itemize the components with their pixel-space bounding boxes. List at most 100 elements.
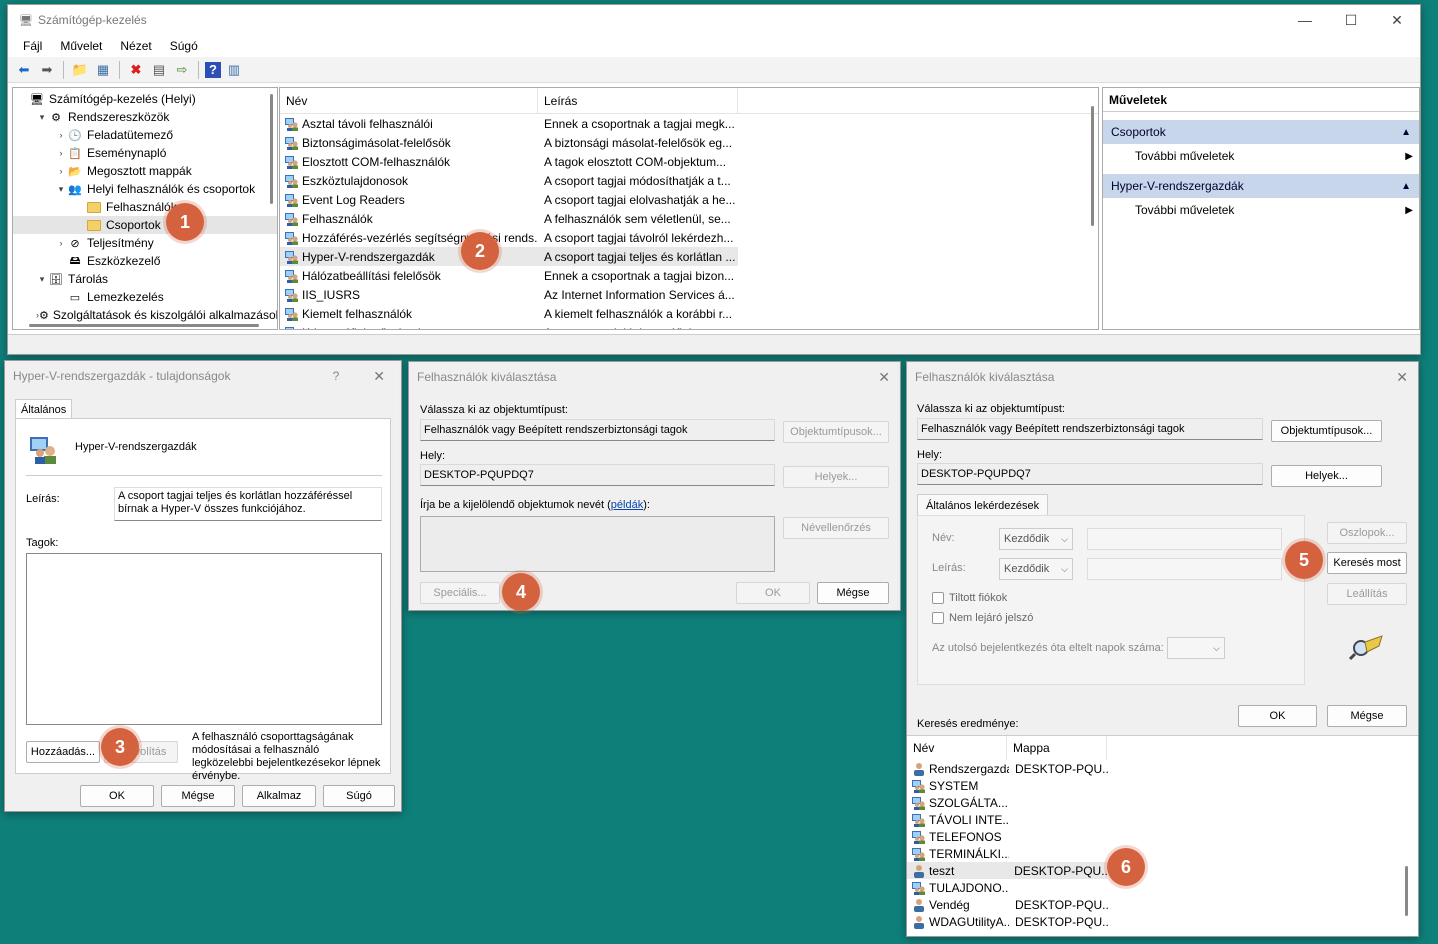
- tree-item[interactable]: ▾ ⚙ Rendszereszközök: [13, 108, 277, 126]
- description-field[interactable]: A csoport tagjai teljes és korlátlan hoz…: [114, 487, 382, 521]
- menu-file[interactable]: Fájl: [14, 39, 51, 53]
- locations-button[interactable]: Helyek...: [1271, 465, 1382, 487]
- group-row[interactable]: Kiemelt felhasználók A kiemelt felhasznál…: [280, 304, 1098, 323]
- column-description[interactable]: Leírás: [538, 88, 738, 114]
- tree-item[interactable]: 🖥 Számítógép-kezelés (Helyi): [13, 90, 277, 108]
- search-now-button[interactable]: Keresés most: [1327, 552, 1407, 574]
- tree-item[interactable]: ▾ 🗄 Tárolás: [13, 270, 277, 288]
- menu-action[interactable]: Művelet: [51, 39, 111, 53]
- group-row[interactable]: IIS_IUSRS Az Internet Information Service…: [280, 285, 1098, 304]
- tree-item[interactable]: › 📋 Eseménynapló: [13, 144, 277, 162]
- check-names-button[interactable]: Névellenőrzés: [783, 517, 889, 539]
- tree-item[interactable]: › 🕒 Feladatütemező: [13, 126, 277, 144]
- maximize-button[interactable]: ☐: [1328, 5, 1374, 35]
- stop-button[interactable]: Leállítás: [1327, 583, 1407, 605]
- result-row[interactable]: Vendég DESKTOP-PQU...: [907, 896, 1418, 913]
- group-row[interactable]: Hozzáférés-vezérlés segítségnyújtási ren…: [280, 228, 1098, 247]
- group-row[interactable]: Biztonságimásolat-felelősök A biztonsági …: [280, 133, 1098, 152]
- group-row[interactable]: Felhasználók A felhasználók sem véletlenü…: [280, 209, 1098, 228]
- tree-item[interactable]: Felhasználók: [13, 198, 277, 216]
- object-names-input[interactable]: [420, 516, 775, 572]
- column-folder[interactable]: Mappa: [1007, 736, 1107, 760]
- up-folder-icon[interactable]: 📁: [70, 60, 90, 80]
- group-row[interactable]: Hyper-V-rendszergazdák A csoport tagjai t…: [280, 247, 738, 266]
- column-name[interactable]: Név: [280, 88, 538, 114]
- actions-group-hyperv[interactable]: Hyper-V-rendszergazdák ▲: [1103, 174, 1419, 198]
- close-button[interactable]: ✕: [1374, 5, 1420, 35]
- cancel-button[interactable]: Mégse: [161, 785, 235, 807]
- minimize-button[interactable]: —: [1282, 5, 1328, 35]
- object-types-button[interactable]: Objektumtípusok...: [783, 421, 889, 443]
- advanced-button[interactable]: Speciális...: [420, 582, 500, 604]
- tree-item[interactable]: 🖴 Eszközkezelő: [13, 252, 277, 270]
- tree-item[interactable]: ▭ Lemezkezelés: [13, 288, 277, 306]
- tree-item[interactable]: › 📂 Megosztott mappák: [13, 162, 277, 180]
- help-button[interactable]: ?: [333, 369, 340, 383]
- result-row[interactable]: WDAGUtilityA... DESKTOP-PQU...: [907, 913, 1418, 930]
- show-hide-tree-icon[interactable]: ▦: [93, 60, 113, 80]
- ok-button[interactable]: OK: [80, 785, 154, 807]
- apply-button[interactable]: Alkalmaz: [242, 785, 316, 807]
- group-row[interactable]: Event Log Readers A csoport tagjai elolva…: [280, 190, 1098, 209]
- tree-expander-icon[interactable]: ›: [55, 166, 67, 176]
- description-starts-select[interactable]: Kezdődik ⌵: [999, 558, 1073, 580]
- group-row[interactable]: Asztal távoli felhasználói Ennek a csopor…: [280, 114, 1098, 133]
- columns-button[interactable]: Oszlopok...: [1327, 522, 1407, 544]
- name-starts-select[interactable]: Kezdődik ⌵: [999, 528, 1073, 550]
- days-select[interactable]: ⌵: [1167, 637, 1225, 659]
- tree-item[interactable]: › ⚙ Szolgáltatások és kiszolgálói alkalmaz…: [13, 306, 277, 324]
- tree-expander-icon[interactable]: ▾: [36, 112, 48, 123]
- ok-button[interactable]: OK: [1238, 705, 1317, 727]
- close-icon[interactable]: ✕: [373, 368, 385, 385]
- tree-expander-icon[interactable]: ▾: [36, 274, 48, 285]
- tree-expander-icon[interactable]: ▾: [55, 184, 67, 195]
- result-row[interactable]: SYSTEM: [907, 777, 1418, 794]
- column-name[interactable]: Név: [907, 736, 1007, 760]
- tree-item[interactable]: Csoportok: [13, 216, 277, 234]
- result-row[interactable]: TELEFONOS: [907, 828, 1418, 845]
- menu-view[interactable]: Nézet: [111, 39, 160, 53]
- tree-item[interactable]: ▾ 👥 Helyi felhasználók és csoportok: [13, 180, 277, 198]
- group-row[interactable]: Elosztott COM-felhasználók A tagok eloszt…: [280, 152, 1098, 171]
- close-icon[interactable]: ✕: [1396, 369, 1408, 386]
- tree-expander-icon[interactable]: ›: [55, 238, 67, 248]
- result-row[interactable]: teszt DESKTOP-PQU...: [907, 862, 1107, 879]
- help-icon[interactable]: ?: [205, 61, 221, 78]
- tab-common-queries[interactable]: Általános lekérdezések: [917, 494, 1049, 516]
- group-row[interactable]: Hálózatbeállítási felelősök Ennek a csopo…: [280, 266, 1098, 285]
- members-list[interactable]: [26, 553, 382, 725]
- description-query-input[interactable]: [1087, 558, 1282, 580]
- result-row[interactable]: TÁVOLI INTE...: [907, 811, 1418, 828]
- tab-general[interactable]: Általános: [15, 399, 73, 419]
- tree-expander-icon[interactable]: ›: [55, 130, 67, 140]
- tree-expander-icon[interactable]: ›: [55, 148, 67, 158]
- more-actions-hyperv[interactable]: További műveletek ▶: [1103, 198, 1419, 222]
- list-vscrollbar[interactable]: [1091, 106, 1094, 226]
- back-arrow-icon[interactable]: ⬅: [14, 60, 34, 80]
- properties-icon[interactable]: ▤: [149, 60, 169, 80]
- tree-vscrollbar[interactable]: [270, 94, 273, 204]
- forward-arrow-icon[interactable]: ➡: [37, 60, 57, 80]
- tree-item[interactable]: › ⊘ Teljesítmény: [13, 234, 277, 252]
- object-types-button[interactable]: Objektumtípusok...: [1271, 420, 1382, 442]
- menu-help[interactable]: Súgó: [161, 39, 207, 53]
- result-row[interactable]: SZOLGÁLTA...: [907, 794, 1418, 811]
- ok-button[interactable]: OK: [736, 582, 810, 604]
- cancel-button[interactable]: Mégse: [1327, 705, 1407, 727]
- locations-button[interactable]: Helyek...: [783, 466, 889, 488]
- name-query-input[interactable]: [1087, 528, 1282, 550]
- actions-group-groups[interactable]: Csoportok ▲: [1103, 120, 1419, 144]
- group-row[interactable]: Eszköztulajdonosok A csoport tagjai módos…: [280, 171, 1098, 190]
- result-row[interactable]: TULAJDONO...: [907, 879, 1418, 896]
- add-button[interactable]: Hozzáadás...: [26, 741, 100, 763]
- tree-hscrollbar[interactable]: [29, 324, 259, 327]
- help-dialog-button[interactable]: Súgó: [323, 785, 395, 807]
- disabled-accounts-checkbox[interactable]: Tiltott fiókok: [932, 592, 1007, 604]
- delete-icon[interactable]: ✖: [126, 60, 146, 80]
- examples-link[interactable]: példák: [611, 499, 643, 511]
- export-icon[interactable]: ⇨: [172, 60, 192, 80]
- results-vscrollbar[interactable]: [1405, 866, 1408, 916]
- cancel-button[interactable]: Mégse: [817, 582, 889, 604]
- more-actions-groups[interactable]: További műveletek ▶: [1103, 144, 1419, 168]
- non-expiring-checkbox[interactable]: Nem lejáró jelszó: [932, 612, 1033, 624]
